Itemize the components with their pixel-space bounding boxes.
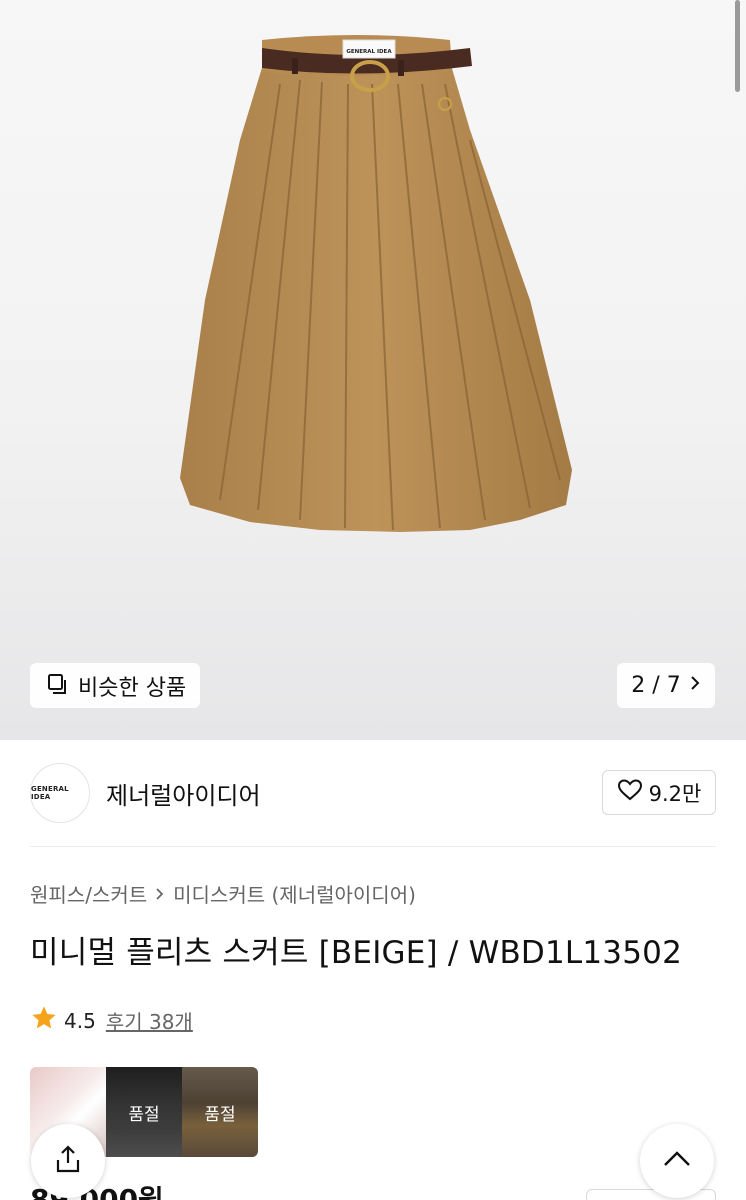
soldout-label: 품절	[204, 1105, 236, 1125]
brand-logo[interactable]: GENERAL IDEA	[30, 763, 90, 823]
product-skirt-image: GENERAL IDEA	[180, 35, 572, 532]
rating-score: 4.5	[64, 1008, 96, 1033]
like-count: 9.2만	[648, 781, 702, 806]
image-pager-text: 2 / 7	[631, 673, 681, 698]
share-icon	[53, 1144, 83, 1178]
share-button[interactable]	[31, 1124, 105, 1198]
brand-logo-text: GENERAL IDEA	[31, 785, 69, 801]
section-divider	[30, 846, 716, 847]
product-image-gallery[interactable]: GENERAL IDEA 비슷한 상품 2 / 7	[0, 0, 746, 740]
breadcrumb-category[interactable]: 원피스/스커트	[30, 879, 147, 908]
heart-icon	[617, 778, 643, 807]
chevron-up-icon	[662, 1149, 692, 1173]
related-product-thumb[interactable]: 품절	[182, 1067, 258, 1157]
similar-products-label: 비슷한 상품	[78, 675, 187, 701]
similar-products-icon	[46, 673, 68, 699]
breadcrumb: 원피스/스커트 미디스커트 (제너럴아이디어)	[30, 879, 416, 908]
product-title: 미니멀 플리츠 스커트 [BEIGE] / WBD1L13502	[30, 935, 682, 971]
similar-products-button[interactable]: 비슷한 상품	[30, 663, 200, 708]
like-button[interactable]: 9.2만	[602, 770, 716, 815]
image-pager-button[interactable]: 2 / 7	[617, 663, 715, 708]
brand-row: GENERAL IDEA 제너럴아이디어 9.2만	[30, 763, 716, 823]
brand-name[interactable]: 제너럴아이디어	[106, 776, 261, 811]
scroll-top-button[interactable]	[640, 1124, 714, 1198]
soldout-label: 품절	[128, 1105, 160, 1125]
scrollbar-thumb[interactable]	[735, 0, 740, 92]
rating-row: 4.5 후기 38개	[30, 1004, 193, 1037]
chevron-right-icon	[689, 673, 701, 698]
breadcrumb-subcategory[interactable]: 미디스커트 (제너럴아이디어)	[173, 879, 416, 908]
reviews-link[interactable]: 후기 38개	[106, 1006, 193, 1035]
related-product-thumb[interactable]: 품절	[106, 1067, 182, 1157]
chevron-right-icon	[155, 882, 165, 906]
star-icon	[30, 1004, 58, 1037]
product-tag-text: GENERAL IDEA	[346, 49, 392, 55]
